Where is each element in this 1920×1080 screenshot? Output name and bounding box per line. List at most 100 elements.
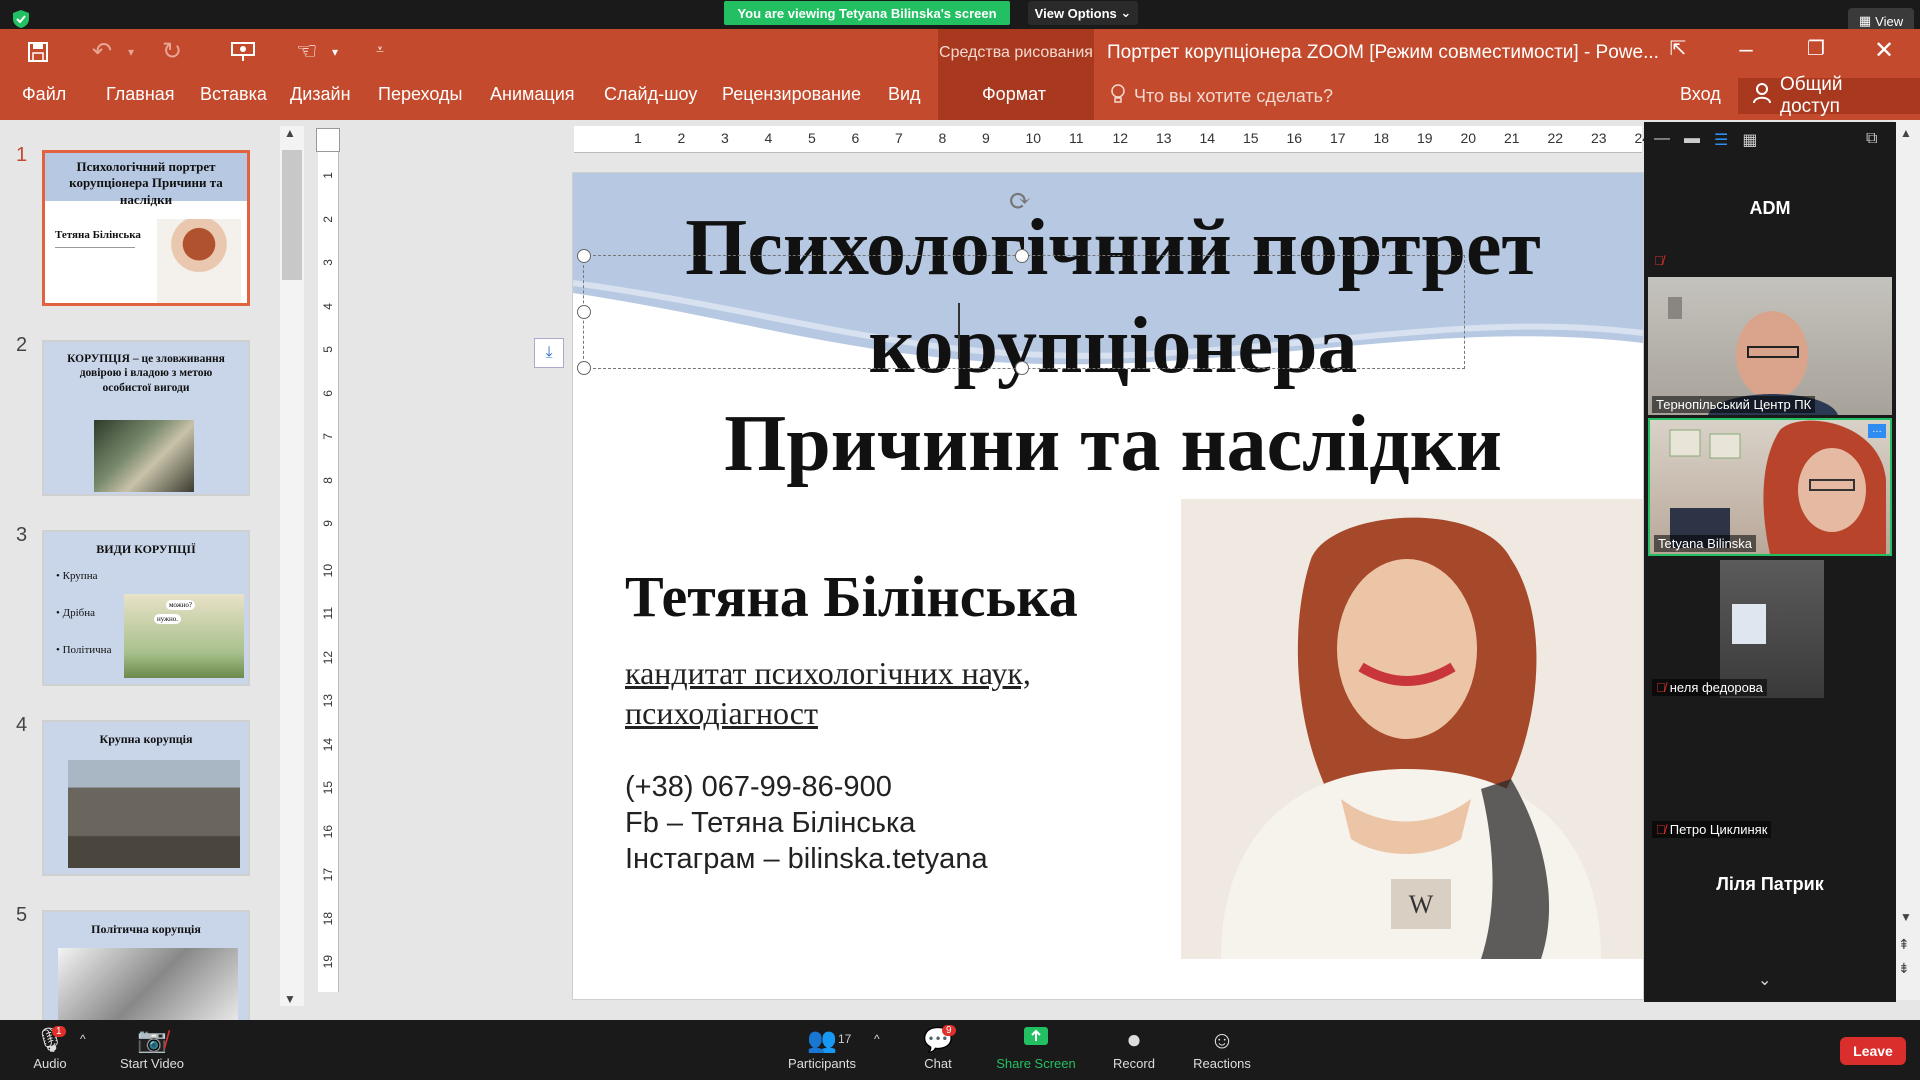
slide-thumbnail-4[interactable]: Крупна корупція: [42, 720, 250, 876]
horizontal-ruler[interactable]: 1 2 3 4 5 6 7 8 9 10 11 12 13 14 15 16 17 18 19 20 21 22 23 24: [574, 126, 1650, 153]
tab-format[interactable]: Формат: [982, 84, 1046, 105]
participant-tile[interactable]: Тернопільський Центр ПК: [1648, 277, 1892, 415]
leave-button[interactable]: Leave: [1840, 1037, 1906, 1065]
scroll-down-icon[interactable]: ▼: [1900, 910, 1912, 924]
audio-options-icon[interactable]: ^: [80, 1032, 86, 1046]
gallery-layout-controls: — ▬ ☰ ▦: [1654, 130, 1844, 152]
tell-me-placeholder: Что вы хотите сделать?: [1134, 86, 1333, 106]
ruler-number: 20: [1460, 130, 1477, 146]
undo-dropdown-icon[interactable]: ▾: [128, 46, 134, 58]
save-icon[interactable]: [26, 40, 50, 69]
ruler-number: 6: [321, 389, 335, 397]
chat-button[interactable]: 💬 Chat: [888, 1026, 988, 1071]
view-options-button[interactable]: View Options ⌄: [1028, 1, 1138, 25]
ruler-number: 9: [321, 520, 335, 527]
ruler-tab-selector[interactable]: [316, 128, 340, 152]
ruler-number: 3: [721, 130, 729, 146]
layout-options-icon[interactable]: ⤓: [534, 338, 564, 368]
tab-review[interactable]: Рецензирование: [722, 84, 861, 105]
vertical-ruler[interactable]: 1 2 3 4 5 6 7 8 9 10 11 12 13 14 15 16 17 18 19: [318, 152, 339, 992]
tell-me-search[interactable]: Что вы хотите сделать?: [1110, 84, 1333, 109]
ruler-number: 13: [1156, 130, 1172, 146]
ruler-number: 1: [321, 172, 335, 179]
tab-file[interactable]: Файл: [22, 84, 66, 105]
record-button[interactable]: ⏺ Record: [1084, 1026, 1184, 1071]
minimize-gallery-icon[interactable]: —: [1654, 130, 1670, 152]
customize-qat-icon[interactable]: ⩡: [376, 42, 384, 56]
title-selection-box[interactable]: [583, 255, 1465, 369]
more-options-icon[interactable]: …: [1868, 424, 1886, 438]
restore-icon[interactable]: ❐: [1796, 36, 1836, 61]
rotate-handle-icon[interactable]: ⟳: [1005, 187, 1035, 217]
grid-icon: ▦: [1858, 13, 1872, 28]
ribbon-display-icon[interactable]: ⇱: [1658, 36, 1698, 61]
tab-view[interactable]: Вид: [888, 84, 921, 105]
svg-text:W: W: [1409, 890, 1434, 919]
resize-handle[interactable]: [577, 361, 591, 375]
participants-options-icon[interactable]: ^: [874, 1032, 880, 1046]
thumb-number: 5: [16, 904, 28, 926]
participants-count: 17: [838, 1032, 852, 1046]
thumb-ruined-building-image: [68, 760, 240, 868]
gallery-grid-icon[interactable]: ▦: [1742, 130, 1757, 152]
thumb-photo: [157, 219, 241, 303]
slide-canvas[interactable]: Психологічний портрет корупціонера Причи…: [572, 172, 1644, 1000]
presenter-contacts[interactable]: (+38) 067-99-86-900 Fb – Тетяна Білінськ…: [625, 769, 988, 877]
resize-handle[interactable]: [1015, 249, 1029, 263]
ruler-number: 7: [321, 433, 335, 440]
tab-slideshow[interactable]: Слайд-шоу: [604, 84, 697, 105]
slide-thumbnail-3[interactable]: ВИДИ КОРУПЦІЇ • Крупна • Дрібна • Політи…: [42, 530, 250, 686]
tab-design[interactable]: Дизайн: [290, 84, 351, 105]
participant-tile[interactable]: Ліля Патрик: [1648, 844, 1892, 962]
share-button[interactable]: Общий доступ: [1738, 74, 1920, 117]
ruler-number: 17: [1330, 130, 1346, 146]
next-slide-icon[interactable]: ⇟: [1898, 960, 1910, 977]
reactions-button[interactable]: ☺ Reactions: [1172, 1026, 1272, 1071]
participant-tile[interactable]: 🎙̸ Петро Циклиняк: [1648, 702, 1892, 840]
close-icon[interactable]: ✕: [1864, 36, 1904, 65]
slide-thumbnail-5[interactable]: Політична корупція: [42, 910, 250, 1030]
degree-line: психодіагност: [625, 695, 818, 731]
gallery-scroll-down-icon[interactable]: ⌄: [1758, 970, 1771, 990]
participant-name-text: неля федорова: [1669, 680, 1763, 695]
resize-handle[interactable]: [577, 249, 591, 263]
share-screen-button[interactable]: Share Screen: [986, 1026, 1086, 1071]
touch-dropdown-icon[interactable]: ▾: [332, 46, 338, 58]
participant-name: Тернопільський Центр ПК: [1652, 396, 1816, 413]
presenter-name[interactable]: Тетяна Білінська: [625, 563, 1078, 630]
thumbnail-scrollbar-thumb[interactable]: [282, 150, 302, 280]
tab-animation[interactable]: Анимация: [490, 84, 575, 105]
presenter-degree[interactable]: кандитат психологічних наук, психодіагно…: [625, 653, 1185, 733]
resize-handle[interactable]: [577, 305, 591, 319]
scroll-up-icon[interactable]: ▲: [284, 126, 296, 140]
slide-thumbnail-2[interactable]: КОРУПЦІЯ – це зловживання довірою і влад…: [42, 340, 250, 496]
undo-icon[interactable]: ↶: [92, 40, 112, 64]
participant-tile[interactable]: 🎙̸ неля федорова: [1648, 560, 1892, 698]
slide-thumbnail-1[interactable]: Психологічний портрет корупціонера Причи…: [42, 150, 250, 306]
editor-scrollbar[interactable]: [1894, 120, 1920, 1000]
start-video-button[interactable]: 📷̸ Start Video: [102, 1026, 202, 1071]
tab-home[interactable]: Главная: [106, 84, 175, 105]
touch-mode-icon[interactable]: ☜: [296, 40, 318, 64]
active-speaker-tile[interactable]: … Tetyana Bilinska: [1648, 418, 1892, 556]
sign-in-link[interactable]: Вход: [1680, 84, 1721, 105]
previous-slide-icon[interactable]: ⇞: [1898, 936, 1910, 953]
document-title: Портрет корупціонера ZOOM [Режим совмест…: [1107, 42, 1659, 63]
scroll-down-icon[interactable]: ▼: [284, 992, 296, 1006]
presenter-photo[interactable]: W: [1181, 499, 1643, 959]
redo-icon[interactable]: ↻: [162, 40, 182, 64]
minimize-icon[interactable]: –: [1726, 36, 1766, 64]
resize-handle[interactable]: [1015, 361, 1029, 375]
presentation-icon[interactable]: [230, 40, 256, 69]
participant-tile[interactable]: ADM 🎙̸: [1648, 154, 1892, 274]
chat-icon: 💬: [923, 1027, 953, 1054]
tab-transitions[interactable]: Переходы: [378, 84, 462, 105]
single-view-icon[interactable]: ▬: [1684, 130, 1700, 152]
scroll-up-icon[interactable]: ▲: [1900, 126, 1912, 140]
zoom-gallery-panel: — ▬ ☰ ▦ ⧉ ADM 🎙̸ Тернопільський Центр ПК…: [1644, 122, 1896, 1002]
strip-view-icon[interactable]: ☰: [1714, 130, 1728, 152]
tab-insert[interactable]: Вставка: [200, 84, 267, 105]
pop-out-icon[interactable]: ⧉: [1866, 130, 1877, 148]
participants-button[interactable]: 👥 Participants: [772, 1026, 872, 1071]
slide-thumbnail-pane: 1 Психологічний портрет корупціонера При…: [0, 120, 288, 1030]
